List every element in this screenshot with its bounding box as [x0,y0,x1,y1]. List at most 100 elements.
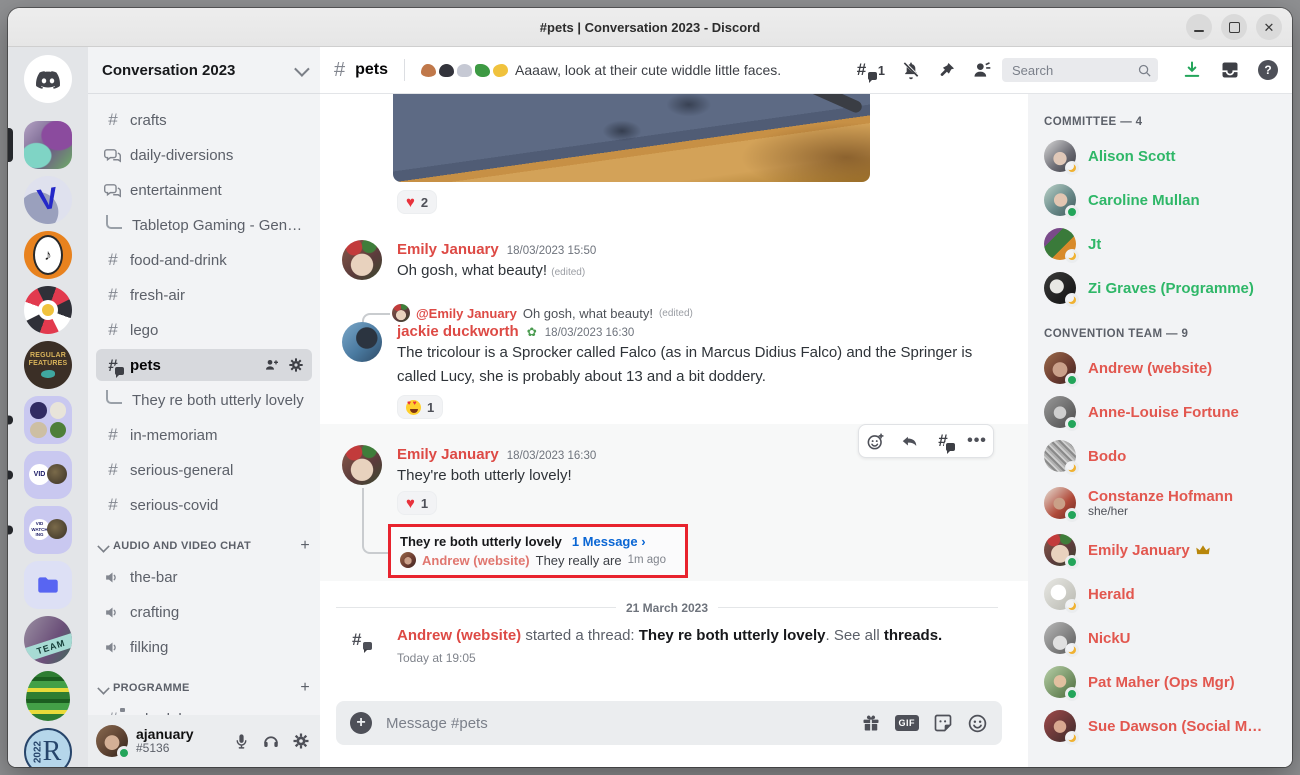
author-name[interactable]: jackie duckworth [397,323,519,340]
avatar[interactable] [96,725,131,760]
gif-picker-icon[interactable]: GIF [894,715,919,731]
more-options-icon[interactable]: ••• [967,432,987,450]
server-saxophone[interactable]: ♪ [8,231,88,279]
help-icon[interactable]: ? [1258,60,1278,80]
member-constanze-hofmann[interactable]: Constanze Hofmann she/her [1042,478,1282,528]
member-zi-graves[interactable]: Zi Graves (Programme) [1042,266,1282,310]
channel-serious-general[interactable]: # serious-general [96,454,312,486]
server-easter-egg[interactable] [8,671,88,721]
attach-file-icon[interactable]: + [350,712,372,734]
server-vid-watching[interactable]: VID WATCH ING [8,506,88,554]
member-andrew-website[interactable]: Andrew (website) [1042,346,1282,390]
search-box[interactable] [1002,58,1158,82]
create-channel-icon[interactable]: + [300,537,310,555]
maximize-button[interactable] [1221,14,1247,40]
channel-in-memoriam[interactable]: # in-memoriam [96,419,312,451]
channel-topic[interactable]: Aaaaw, look at their cute widdle little … [421,62,839,78]
thread-preview[interactable]: They re both utterly lovely 1 Message › … [388,524,688,578]
member-list-icon[interactable] [972,60,992,80]
reaction-heart-eyes[interactable]: 1 [397,395,444,419]
avatar[interactable] [342,445,382,485]
search-input[interactable] [1010,61,1137,79]
member-jt[interactable]: Jt [1042,222,1282,266]
microphone-icon[interactable] [230,733,252,750]
member-nicku[interactable]: NickU [1042,616,1282,660]
add-reaction-icon[interactable] [865,432,885,451]
reaction-heart[interactable]: ♥ 2 [397,190,438,214]
channel-lego[interactable]: # lego [96,314,312,346]
channel-food-and-drink[interactable]: # food-and-drink [96,244,312,276]
user-info[interactable]: ajanuary #5136 [136,726,222,756]
create-channel-icon[interactable]: + [300,679,310,697]
channel-pets[interactable]: # pets [96,349,312,381]
member-emily-january[interactable]: Emily January [1042,528,1282,572]
settings-gear-icon[interactable] [290,732,312,750]
member-alison-scott[interactable]: Alison Scott [1042,134,1282,178]
online-status-icon [1065,508,1079,522]
timestamp: Today at 19:05 [397,651,476,665]
voice-channel-crafting[interactable]: crafting [96,596,312,628]
channel-schedule[interactable]: # schedule [96,703,312,715]
voice-channel-filking[interactable]: filking [96,631,312,663]
threads-button[interactable]: # 1 [857,61,885,83]
server-robot-dragon[interactable] [8,121,88,169]
pet-photo-attachment[interactable] [393,94,870,182]
minimize-button[interactable] [1186,14,1212,40]
reaction-heart[interactable]: ♥ 1 [397,491,438,515]
member-sue-dawson[interactable]: Sue Dawson (Social M… [1042,704,1282,748]
idle-status-icon [1065,249,1079,263]
download-icon[interactable] [1182,60,1202,80]
pinned-messages-icon[interactable] [937,61,956,80]
locked-channel-icon: # [104,708,125,715]
server-regular-features[interactable]: REGULAR FEATURES [8,341,88,389]
member-anne-louise-fortune[interactable]: Anne-Louise Fortune [1042,390,1282,434]
author-name[interactable]: Emily January [397,446,499,463]
server-v[interactable]: V [8,176,88,224]
channel-daily-diversions[interactable]: daily-diversions [96,139,312,171]
channel-entertainment[interactable]: entertainment [96,174,312,206]
server-team[interactable]: TEAM [8,616,88,664]
server-folder[interactable] [8,561,88,609]
channel-crafts[interactable]: # crafts [96,104,312,136]
online-status-icon [117,746,131,760]
member-herald[interactable]: Herald [1042,572,1282,616]
create-thread-icon[interactable]: # [933,432,955,454]
server-header[interactable]: Conversation 2023 [88,47,320,94]
close-button[interactable]: ✕ [1256,14,1282,40]
server-vid[interactable]: VID [8,451,88,499]
category-programme[interactable]: PROGRAMME + [97,679,310,697]
headphones-icon[interactable] [260,732,282,750]
server-home[interactable] [8,55,88,103]
thread-tabletop-gaming[interactable]: Tabletop Gaming - Gener… [96,209,312,241]
server-geometric[interactable] [8,286,88,334]
reply-reference[interactable]: @Emily January Oh gosh, what beauty! (ed… [392,304,693,322]
channel-settings-gear-icon[interactable] [288,357,304,373]
channel-fresh-air[interactable]: # fresh-air [96,279,312,311]
message-input[interactable] [384,713,849,733]
inbox-icon[interactable] [1220,60,1240,80]
idle-status-icon [1065,161,1079,175]
author-name[interactable]: Andrew (website) [397,627,521,644]
thread-message-count-link[interactable]: 1 Message › [572,534,646,549]
channel-serious-covid[interactable]: # serious-covid [96,489,312,521]
avatar[interactable] [342,240,382,280]
emoji-picker-icon[interactable] [967,713,988,734]
invite-people-icon[interactable] [264,357,280,373]
avatar[interactable] [342,322,382,362]
see-all-threads-link[interactable]: threads [884,627,938,644]
sticker-icon[interactable] [933,713,953,733]
thread-they-re-both-utterly-lovely[interactable]: They re both utterly lovely [96,384,312,416]
member-caroline-mullan[interactable]: Caroline Mullan [1042,178,1282,222]
thread-name-link[interactable]: They re both utterly lovely [639,627,826,644]
gift-icon[interactable] [861,713,881,733]
bird-icon [41,370,55,379]
notification-muted-icon[interactable] [901,60,921,80]
reply-icon[interactable] [899,432,919,451]
category-audio-video[interactable]: AUDIO AND VIDEO CHAT + [97,537,310,555]
member-pat-maher[interactable]: Pat Maher (Ops Mgr) [1042,660,1282,704]
server-emoji-grid[interactable] [8,396,88,444]
voice-channel-the-bar[interactable]: the-bar [96,561,312,593]
member-bodo[interactable]: Bodo [1042,434,1282,478]
server-2022-r[interactable]: 2022 R [8,728,88,767]
author-name[interactable]: Emily January [397,241,499,258]
